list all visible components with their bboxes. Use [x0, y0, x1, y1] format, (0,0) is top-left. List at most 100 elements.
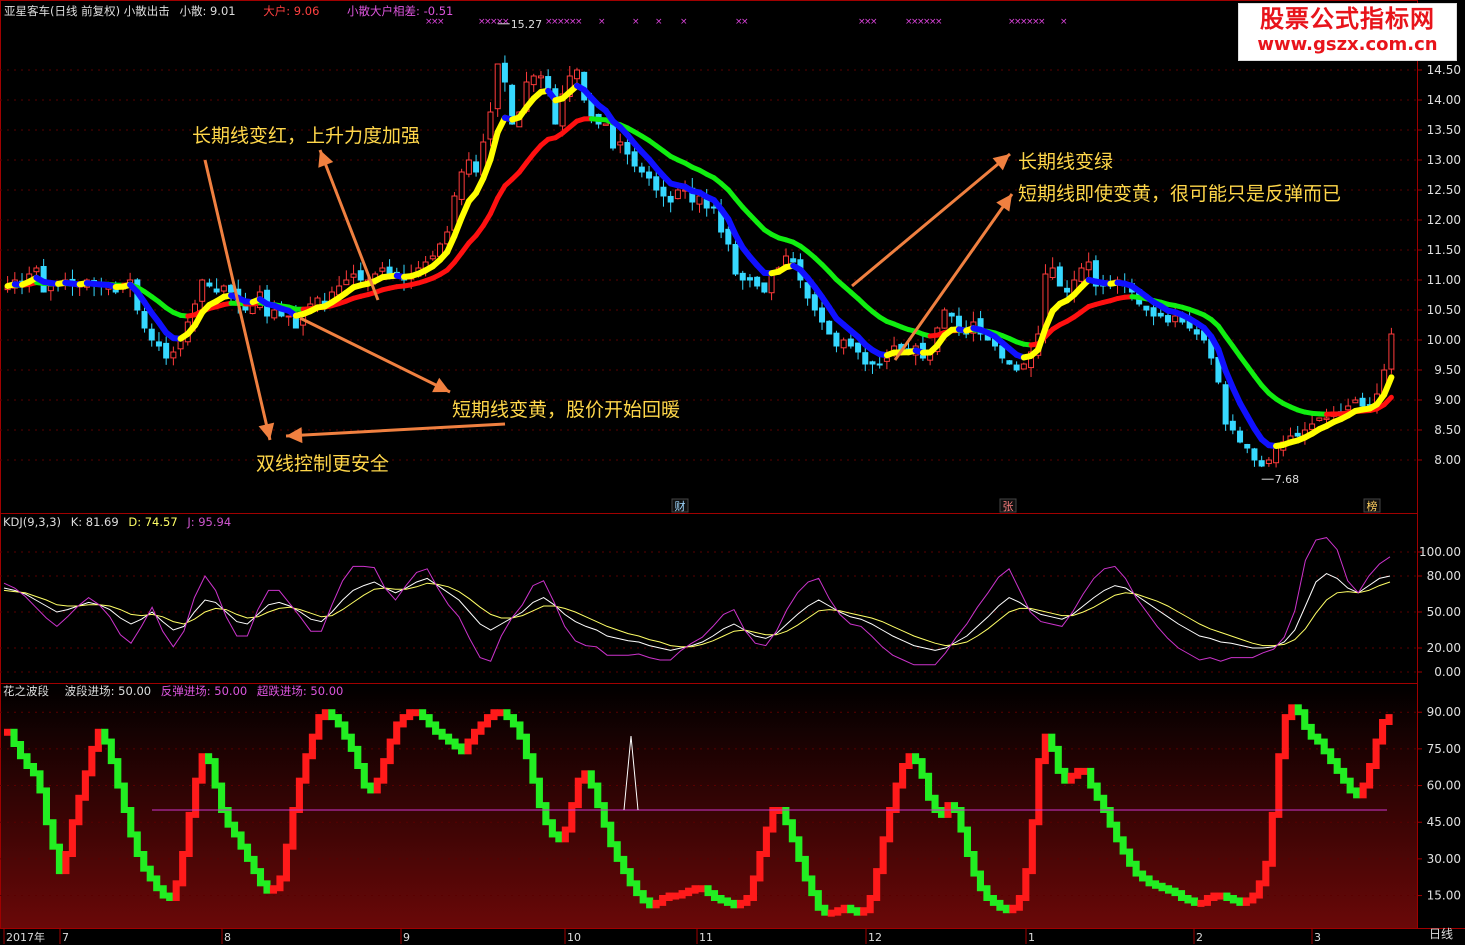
time-tick-label: 11 — [699, 931, 713, 944]
wave-bar — [827, 909, 835, 917]
wave-bar — [75, 794, 83, 826]
wave-bar — [976, 870, 984, 892]
candle-body — [1222, 384, 1229, 425]
wave-bar — [159, 885, 167, 899]
wave-bar — [840, 904, 848, 914]
wave-bar — [1177, 890, 1186, 901]
wave-bar — [1262, 860, 1270, 887]
wave-bar — [853, 907, 861, 916]
wave-bar — [243, 843, 252, 862]
candle-body — [141, 311, 148, 329]
wave-bar — [633, 880, 641, 897]
event-tag: 张 — [1003, 500, 1014, 513]
wave-bar — [166, 892, 174, 901]
candle-body — [1193, 329, 1200, 335]
candle-body — [458, 171, 465, 200]
candle-body — [271, 309, 278, 319]
wave-bar — [1184, 895, 1192, 904]
wave-bar — [1087, 767, 1095, 789]
wave-bar — [950, 802, 959, 813]
candle-body — [1164, 315, 1171, 323]
price-tick-label: 10.00 — [1427, 333, 1461, 347]
wave-bar — [192, 777, 200, 818]
candle-body — [811, 294, 818, 311]
candle-body — [47, 285, 54, 292]
price-tick-label: 14.00 — [1427, 93, 1461, 107]
candle-body — [804, 282, 811, 299]
candle-body — [1085, 261, 1092, 271]
wave-bar — [1236, 897, 1244, 906]
candle-body — [761, 282, 768, 293]
wave-bar — [983, 885, 991, 901]
wave-bar — [23, 753, 31, 769]
candle-body — [638, 166, 645, 173]
wave-bar — [4, 728, 12, 736]
wave-bar — [1041, 733, 1049, 765]
wave-bar — [354, 745, 362, 769]
wave-bar — [989, 895, 997, 906]
wave-bar — [1372, 738, 1380, 769]
wave-bar — [1320, 738, 1328, 755]
time-tick-label: 7 — [62, 931, 69, 944]
candle-body — [357, 270, 364, 281]
wave-bar — [49, 819, 57, 850]
wave-bar — [172, 880, 180, 901]
wave-bar — [879, 836, 887, 875]
wave-bar — [315, 714, 323, 740]
wave-bar — [185, 811, 193, 857]
wave-bar — [1255, 880, 1263, 899]
wave-tick-label: 75.00 — [1427, 742, 1461, 756]
wave-bar — [1294, 704, 1302, 716]
wave-bar — [1288, 704, 1296, 721]
wave-bar — [1229, 895, 1237, 904]
time-tick-label: 8 — [224, 931, 231, 944]
candle-body — [1150, 307, 1157, 317]
wave-bar — [639, 890, 647, 904]
rebound-entry: 反弹进场: 50.00 — [160, 684, 248, 698]
wave-bar — [94, 728, 102, 752]
wave-bar — [1158, 882, 1166, 892]
signal-mark: × — [502, 17, 510, 27]
signal-mark: × — [575, 17, 583, 27]
wave-bar — [1281, 714, 1289, 760]
wave-bar — [685, 887, 693, 897]
wave-bar — [1327, 748, 1335, 765]
wave-bar — [542, 802, 550, 826]
wave-bar — [860, 907, 868, 916]
wave-bar — [1067, 772, 1075, 784]
wave-bar — [276, 875, 284, 892]
wave-bar — [1301, 709, 1309, 730]
candle-body — [148, 328, 155, 341]
signal-mark: × — [437, 17, 445, 27]
candle-body — [847, 338, 854, 347]
wave-bar — [432, 721, 440, 735]
wave-bar — [808, 875, 816, 897]
candle-body — [819, 307, 826, 323]
candle-body — [1323, 417, 1330, 420]
wave-bar — [717, 895, 725, 904]
wave-bar — [263, 880, 271, 894]
wave-bar — [555, 831, 563, 843]
candle-body — [1229, 420, 1236, 431]
wave-name: 花之波段 — [3, 684, 49, 698]
wave-bar — [334, 714, 342, 728]
candle-body — [746, 277, 753, 281]
wave-bar — [847, 904, 855, 914]
wave-bar — [373, 777, 381, 794]
wave-bar — [10, 728, 18, 747]
kdj-name: KDJ(9,3,3) — [3, 515, 62, 529]
wave-bar — [464, 738, 472, 755]
signal-mark: × — [680, 17, 688, 27]
wave-bar — [419, 709, 427, 721]
wave-bar — [730, 899, 738, 909]
event-tag: 榜 — [1367, 499, 1378, 513]
wave-bar — [626, 868, 634, 887]
wave-bar — [698, 885, 706, 893]
wave-bar — [308, 733, 316, 760]
candle-body — [1020, 363, 1027, 370]
wave-bar — [146, 865, 154, 882]
signal-mark: × — [1038, 17, 1046, 27]
wave-bar — [321, 709, 329, 721]
wave-bar — [613, 841, 621, 862]
time-tick-label: 10 — [567, 931, 581, 944]
